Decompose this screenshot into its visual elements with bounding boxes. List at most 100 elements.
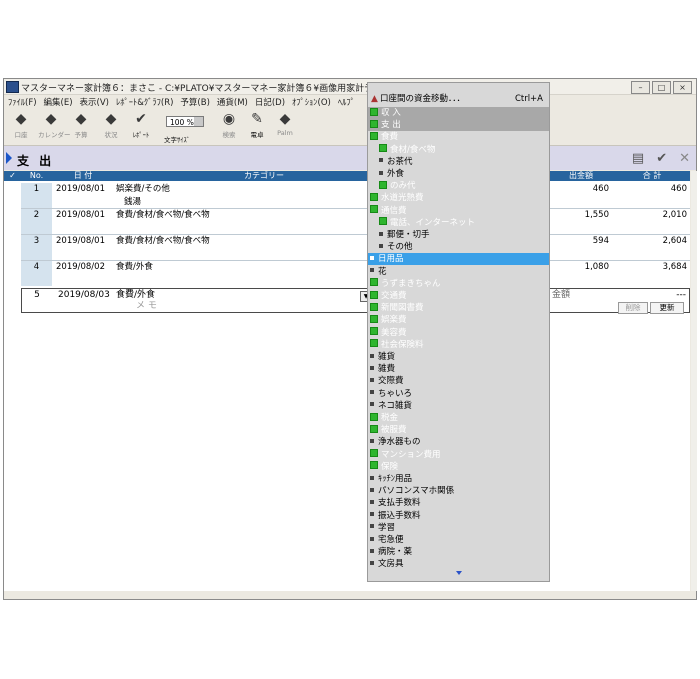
window-title: マスターマネー家計簿６：まさこ - C:¥PLATO¥マスターマネー家計簿６¥画… xyxy=(21,84,404,94)
transfer-menu-item[interactable]: ▲ 口座間の資金移動．．． Ctrl+A xyxy=(368,93,549,105)
date-header[interactable]: 日 付 xyxy=(52,171,114,181)
menu-category-item[interactable]: 電話、インターネット xyxy=(368,217,549,229)
close-icon[interactable]: ✕ xyxy=(679,151,690,166)
scroll-down-icon[interactable] xyxy=(456,571,462,575)
menu-category-label: 電話、インターネット xyxy=(390,217,476,228)
toolbar-search-button[interactable]: ◉ 検索 xyxy=(216,112,242,140)
menu-category-item[interactable]: ｷｯﾁﾝ用品 xyxy=(368,473,549,485)
menu-category-item[interactable]: 通信費 xyxy=(368,205,549,217)
menu-category-item[interactable]: 食材/食べ物 xyxy=(368,144,549,156)
check-header: ✓ xyxy=(9,171,16,180)
menu-category-item[interactable]: うずまきちゃん xyxy=(368,278,549,290)
menu-diary[interactable]: 日記(D) xyxy=(255,96,285,108)
menu-category-item[interactable]: 外食 xyxy=(368,168,549,180)
menu-budget[interactable]: 予算(B) xyxy=(180,96,209,108)
menu-category-item[interactable]: 娯楽費 xyxy=(368,314,549,326)
toolbar: ◆ 口座 ◆ カレンダー ◆ 予算 ◆ 状況 ✔ ﾚﾎﾟｰﾄ 100 % 文字ｻ… xyxy=(4,110,696,146)
edit-row[interactable]: 5 2019/08/03 食費/外食 ▼ メ モ 金額 --- 削除 更新 xyxy=(21,288,690,314)
menu-category-item[interactable]: ちゃいろ xyxy=(368,388,549,400)
menu-category-item[interactable]: 宅急便 xyxy=(368,534,549,546)
table-row[interactable]: 4 2019/08/02 食費/外食 1,080 3,684 xyxy=(4,261,690,274)
menu-category-item[interactable]: 雑費 xyxy=(368,363,549,375)
menu-category-item[interactable]: パソコンスマホ関係 xyxy=(368,485,549,497)
edit-date[interactable]: 2019/08/03 xyxy=(58,289,110,312)
maximize-button[interactable]: □ xyxy=(652,81,671,94)
menu-category-item[interactable]: マンション費用 xyxy=(368,449,549,461)
toolbar-accounts-button[interactable]: ◆ 口座 xyxy=(8,112,34,140)
memo-input[interactable]: メ モ xyxy=(136,301,157,324)
export-icon[interactable]: ▤ xyxy=(632,151,644,166)
toolbar-calculator-button[interactable]: ✎ 電卓 xyxy=(244,112,270,140)
no-header[interactable]: No. xyxy=(21,171,52,181)
menu-category-item[interactable]: 支 出 xyxy=(368,119,549,132)
menu-category-label: 食費 xyxy=(381,132,399,143)
menu-category-item[interactable]: 支払手数料 xyxy=(368,497,549,509)
expand-plus-icon xyxy=(370,192,378,201)
menu-category-label: お茶代 xyxy=(387,156,413,167)
menu-category-item[interactable]: 新聞図書費 xyxy=(368,302,549,314)
menu-category-item[interactable]: のみ代 xyxy=(368,180,549,192)
table-row[interactable]: 1 2019/08/01 娯楽費/その他 460 460 xyxy=(4,183,690,196)
minimize-button[interactable]: – xyxy=(631,81,650,94)
menu-category-item[interactable]: 振込手数料 xyxy=(368,510,549,522)
menu-category-item[interactable]: 収 入 xyxy=(368,107,549,119)
toolbar-status-button[interactable]: ◆ 状況 xyxy=(98,112,124,140)
menu-category-item[interactable]: 花 xyxy=(368,266,549,278)
close-window-button[interactable]: × xyxy=(673,81,692,94)
report-icon[interactable]: ✔ xyxy=(656,151,667,166)
menu-category-item[interactable]: 水道光熱費 xyxy=(368,192,549,204)
total-header[interactable]: 合 計 xyxy=(614,171,690,181)
menu-category-item[interactable]: 浄水器もの xyxy=(368,436,549,448)
chevron-down-icon xyxy=(194,117,203,126)
menu-category-item[interactable]: 交通費 xyxy=(368,290,549,302)
menu-currency[interactable]: 通貨(M) xyxy=(217,96,248,108)
menu-category-label: のみ代 xyxy=(390,181,416,192)
update-button[interactable]: 更新 xyxy=(650,302,684,314)
toolbar-palm-button[interactable]: ◆ Palm xyxy=(272,112,298,138)
menu-category-item[interactable]: 文房具 xyxy=(368,558,549,570)
menu-category-item[interactable]: 日用品 xyxy=(368,253,549,266)
table-row-memo[interactable] xyxy=(4,222,690,234)
menu-category-item[interactable]: 病院・薬 xyxy=(368,546,549,558)
menu-category-item[interactable]: 税金 xyxy=(368,412,549,424)
table-row-memo[interactable]: 銭湯 xyxy=(4,196,690,208)
menu-category-label: 被服費 xyxy=(381,425,407,436)
menu-category-item[interactable]: 郵便・切手 xyxy=(368,229,549,241)
menu-options[interactable]: ｵﾌﾟｼｮﾝ(O) xyxy=(292,96,331,108)
menu-file[interactable]: ﾌｧｲﾙ(F) xyxy=(8,96,37,108)
row-category: 食費/食材/食べ物/食べ物 xyxy=(116,236,210,246)
zoom-select[interactable]: 100 % xyxy=(166,116,204,127)
row-total: 2,010 xyxy=(662,210,687,220)
row-no: 2 xyxy=(21,209,52,222)
menu-category-item[interactable]: 社会保険料 xyxy=(368,339,549,351)
menu-category-item[interactable]: 保険 xyxy=(368,461,549,473)
table-row-memo[interactable] xyxy=(4,248,690,260)
table-row-memo[interactable] xyxy=(4,274,690,286)
table-row[interactable]: 2 2019/08/01 食費/食材/食べ物/食べ物 1,550 2,010 xyxy=(4,209,690,222)
delete-button[interactable]: 削除 xyxy=(618,302,648,314)
toolbar-budget-button[interactable]: ◆ 予算 xyxy=(68,111,94,140)
table-row[interactable]: 3 2019/08/01 食費/食材/食べ物/食べ物 594 2,604 xyxy=(4,235,690,248)
expand-plus-icon xyxy=(370,424,378,433)
menu-category-item[interactable]: お茶代 xyxy=(368,156,549,168)
menu-category-item[interactable]: 交際費 xyxy=(368,375,549,387)
menu-category-item[interactable]: 学習 xyxy=(368,522,549,534)
menu-category-item[interactable]: その他 xyxy=(368,241,549,253)
menu-view[interactable]: 表示(V) xyxy=(80,96,109,108)
menu-category-item[interactable]: ネコ雑貨 xyxy=(368,400,549,412)
menu-category-item[interactable]: 雑貨 xyxy=(368,351,549,363)
calendar-icon: ◆ xyxy=(45,111,57,127)
menu-help[interactable]: ﾍﾙﾌﾟ xyxy=(338,96,355,108)
menu-edit[interactable]: 編集(E) xyxy=(44,96,73,108)
bullet-icon xyxy=(370,438,374,443)
out-header[interactable]: 出金額 xyxy=(550,171,612,181)
toolbar-calendar-button[interactable]: ◆ カレンダー xyxy=(38,111,71,140)
menu-report[interactable]: ﾚﾎﾟｰﾄ&ｸﾞﾗﾌ(R) xyxy=(116,96,173,108)
toolbar-report-button[interactable]: ✔ ﾚﾎﾟｰﾄ xyxy=(128,112,154,140)
menu-category-item[interactable]: 食費 xyxy=(368,131,549,143)
menu-category-item[interactable]: 被服費 xyxy=(368,424,549,436)
menu-category-item[interactable]: 美容費 xyxy=(368,327,549,339)
budget-icon: ◆ xyxy=(75,111,87,127)
menu-category-label: 美容費 xyxy=(381,327,407,338)
vertical-scrollbar[interactable] xyxy=(691,171,697,591)
